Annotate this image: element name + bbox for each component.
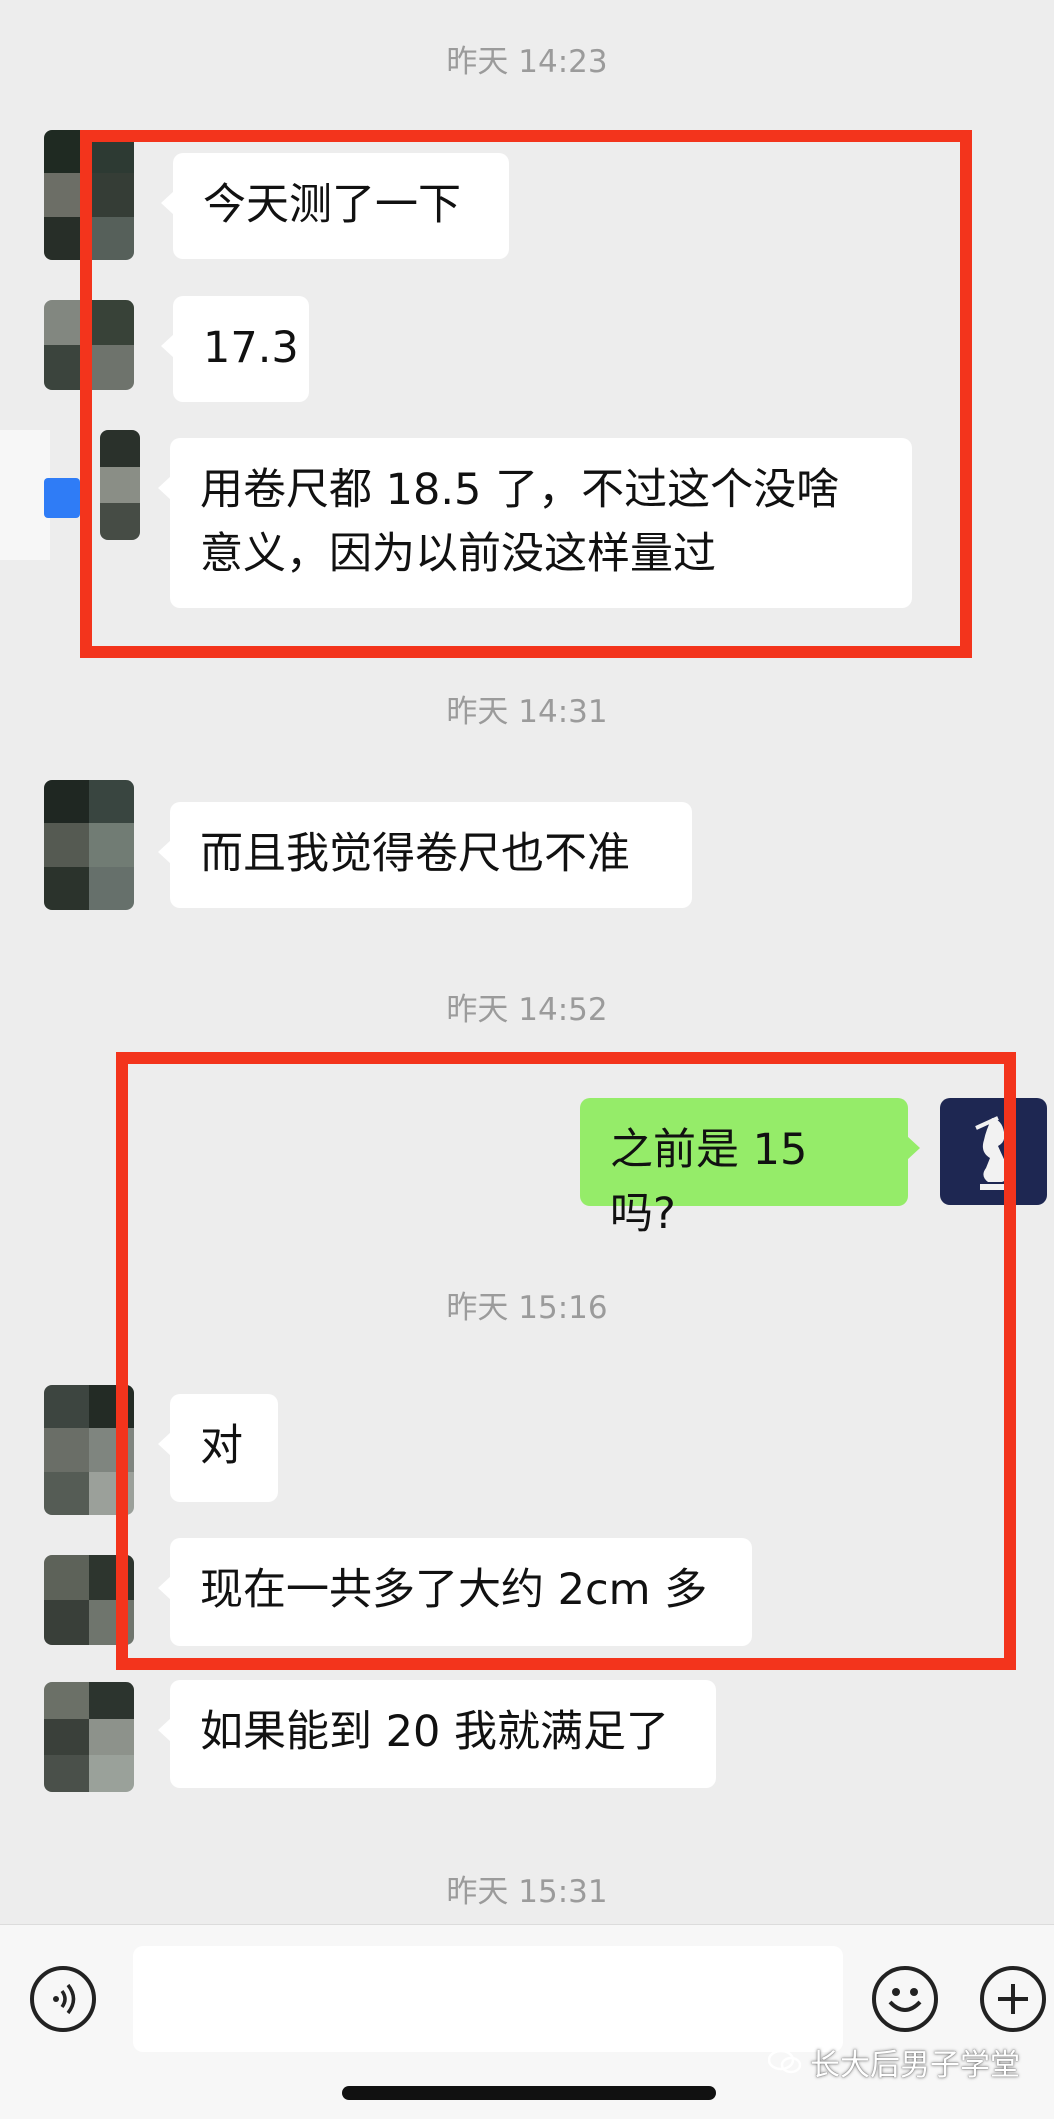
sculpture-icon (975, 1116, 1014, 1190)
message-bubble[interactable]: 用卷尺都 18.5 了，不过这个没啥 意义，因为以前没这样量过 (158, 438, 912, 608)
message-bubble[interactable]: 17.3 (161, 296, 309, 402)
avatar[interactable] (44, 780, 134, 910)
emoji-icon (888, 1988, 922, 2012)
timestamp: 昨天 14:31 (446, 694, 608, 730)
avatar[interactable] (100, 430, 140, 540)
timestamp: 昨天 15:31 (446, 1874, 608, 1910)
message-bubble[interactable]: 现在一共多了大约 2cm 多 (158, 1538, 752, 1646)
plus-icon (998, 1984, 1028, 2014)
message-input[interactable] (133, 1946, 843, 2052)
watermark-text: 长大后男子学堂 (810, 2048, 1020, 2083)
voice-button[interactable] (30, 1966, 96, 2032)
home-indicator[interactable] (342, 2086, 716, 2100)
avatar[interactable] (44, 1385, 134, 1515)
voice-icon (53, 1983, 76, 2015)
avatar[interactable] (44, 300, 134, 390)
message-bubble[interactable]: 而且我觉得卷尺也不准 (158, 802, 692, 908)
avatar[interactable] (44, 130, 134, 260)
timestamp: 昨天 14:52 (446, 992, 608, 1028)
left-edge-strip (0, 430, 50, 560)
watermark: 长大后男子学堂 (767, 2040, 1020, 2084)
add-button[interactable] (980, 1966, 1046, 2032)
message-bubble[interactable]: 之前是 15 吗? (580, 1098, 920, 1239)
avatar[interactable] (44, 1555, 134, 1645)
wechat-icon (767, 2048, 802, 2083)
timestamp: 昨天 14:23 (446, 44, 608, 80)
message-bubble[interactable]: 如果能到 20 我就满足了 (158, 1680, 716, 1788)
emoji-button[interactable] (872, 1966, 938, 2032)
message-bubble[interactable]: 对 (158, 1394, 278, 1502)
my-avatar[interactable] (940, 1098, 1047, 1205)
unread-indicator (44, 478, 80, 518)
message-bubble[interactable]: 今天测了一下 (161, 153, 509, 259)
timestamp: 昨天 15:16 (446, 1290, 608, 1326)
avatar[interactable] (44, 1682, 134, 1792)
